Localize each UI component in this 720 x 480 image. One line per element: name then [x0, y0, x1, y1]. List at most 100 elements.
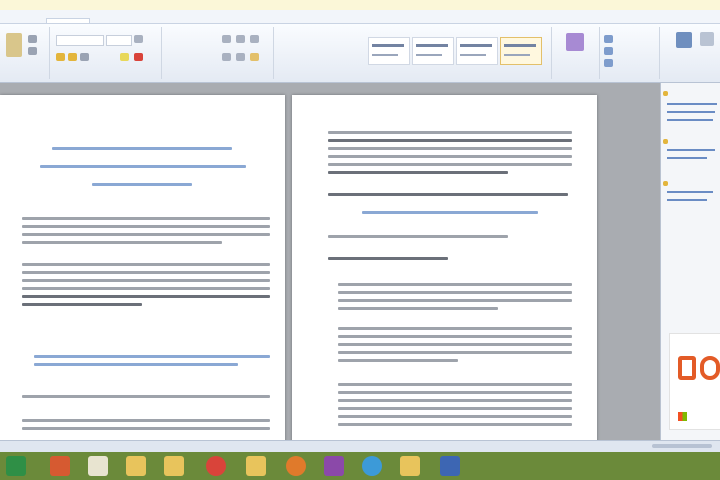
copy-icon[interactable] [28, 47, 37, 55]
info-icon [663, 181, 668, 186]
highlight-icon[interactable] [120, 53, 129, 61]
pane-link[interactable] [667, 149, 715, 151]
text-line [338, 351, 572, 354]
subheading-line [362, 211, 538, 214]
tab-home[interactable] [46, 18, 90, 23]
onenote-icon[interactable] [324, 456, 344, 476]
align-center-icon[interactable] [236, 53, 245, 61]
document-page-1[interactable] [0, 95, 285, 440]
help-icon[interactable] [700, 32, 714, 46]
cut-icon[interactable] [28, 35, 37, 43]
link-line[interactable] [34, 363, 238, 366]
text-line [22, 241, 222, 244]
folder-icon[interactable] [400, 456, 420, 476]
task-pane [660, 83, 720, 440]
text-line [338, 399, 572, 402]
text-line [22, 395, 270, 398]
firefox-icon[interactable] [286, 456, 306, 476]
tab-references[interactable] [216, 19, 262, 23]
pane-link[interactable] [667, 191, 713, 193]
pane-link[interactable] [667, 157, 707, 159]
document-area[interactable] [0, 83, 660, 440]
text-line [328, 139, 572, 142]
info-icon [663, 139, 668, 144]
text-line [338, 423, 572, 426]
style-normal[interactable] [368, 37, 410, 65]
info-icon [663, 91, 668, 96]
italic-icon[interactable] [68, 53, 77, 61]
text-line [22, 217, 270, 220]
style-no-spacing[interactable] [412, 37, 454, 65]
taskbar [0, 452, 720, 480]
document-page-2[interactable] [292, 95, 597, 440]
explorer-icon[interactable] [88, 456, 108, 476]
text-line [338, 307, 498, 310]
numbering-icon[interactable] [236, 35, 245, 43]
tab-insert[interactable] [96, 19, 132, 23]
link-line[interactable] [34, 355, 270, 358]
tab-file[interactable] [6, 19, 40, 23]
font-group [50, 27, 162, 79]
heading-line [40, 165, 246, 168]
find-icon[interactable] [604, 35, 613, 43]
zoom-slider[interactable] [652, 444, 712, 448]
text-line [338, 335, 572, 338]
text-line [338, 327, 572, 330]
text-line [338, 283, 572, 286]
skype-icon[interactable] [362, 456, 382, 476]
heading-line [92, 183, 192, 186]
replace-icon[interactable] [604, 47, 613, 55]
text-line [22, 225, 270, 228]
editing-group [600, 27, 660, 79]
word-icon[interactable] [440, 456, 460, 476]
multilevel-list-icon[interactable] [250, 35, 259, 43]
style-heading-2[interactable] [500, 37, 542, 65]
styles-group [274, 27, 552, 79]
text-line [22, 279, 270, 282]
folder-icon[interactable] [164, 456, 184, 476]
powerpoint-icon[interactable] [50, 456, 70, 476]
text-line [338, 391, 572, 394]
select-icon[interactable] [604, 59, 613, 67]
text-line [338, 383, 572, 386]
text-line [328, 171, 508, 174]
folder-icon[interactable] [126, 456, 146, 476]
text-line [328, 155, 572, 158]
text-line [22, 233, 270, 236]
font-size-select[interactable] [106, 35, 132, 46]
align-left-icon[interactable] [222, 53, 231, 61]
bold-icon[interactable] [56, 53, 65, 61]
text-line [328, 235, 508, 238]
text-line [22, 287, 270, 290]
font-name-select[interactable] [56, 35, 104, 46]
pane-link[interactable] [667, 119, 713, 121]
ribbon-tabs [0, 10, 720, 24]
text-line [22, 271, 270, 274]
text-line [328, 193, 568, 196]
text-line [328, 131, 572, 134]
underline-icon[interactable] [80, 53, 89, 61]
style-heading-1[interactable] [456, 37, 498, 65]
grow-font-icon[interactable] [134, 35, 143, 43]
share-icon[interactable] [676, 32, 692, 48]
text-line [22, 263, 270, 266]
text-line [22, 427, 270, 430]
pane-link[interactable] [667, 111, 715, 113]
tab-page-layout[interactable] [138, 19, 210, 23]
folder-icon[interactable] [246, 456, 266, 476]
pane-link[interactable] [667, 103, 717, 105]
paragraph-group [162, 27, 274, 79]
chrome-icon[interactable] [206, 456, 226, 476]
text-line [338, 291, 572, 294]
align-justify-icon[interactable] [250, 53, 259, 61]
microsoft-logo-icon [678, 412, 687, 421]
text-line [338, 415, 572, 418]
bullets-icon[interactable] [222, 35, 231, 43]
excel-icon[interactable] [6, 456, 26, 476]
change-styles-icon[interactable] [566, 33, 584, 51]
paste-icon[interactable] [6, 33, 22, 57]
text-line [328, 257, 448, 260]
office-logo-mark [700, 356, 720, 380]
font-color-icon[interactable] [134, 53, 143, 61]
pane-link[interactable] [667, 199, 707, 201]
